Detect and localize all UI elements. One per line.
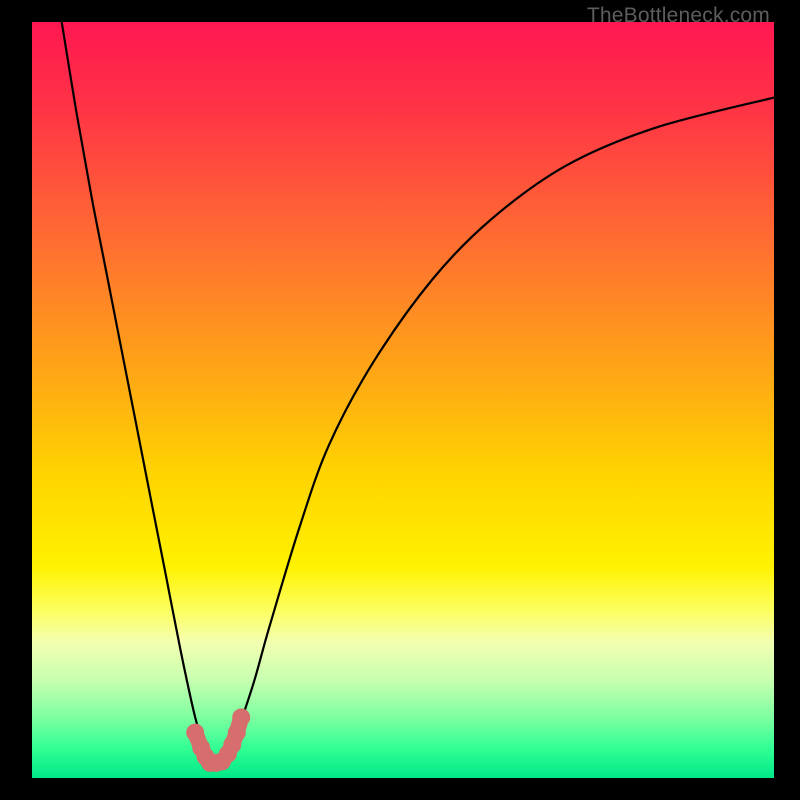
gradient-background [32,22,774,778]
plot-area [32,22,774,778]
bottleneck-chart [32,22,774,778]
chart-frame: TheBottleneck.com [0,0,800,800]
